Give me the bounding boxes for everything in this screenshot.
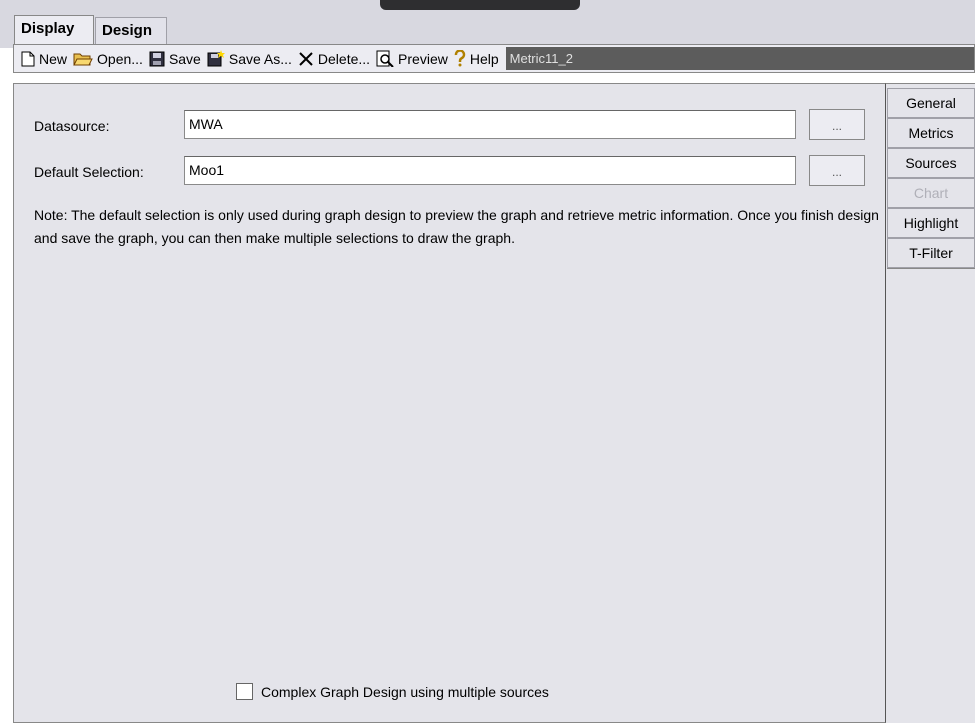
save-as-label: Save As...	[228, 50, 292, 67]
datasource-field[interactable]: MWA	[184, 110, 796, 139]
preview-label: Preview	[398, 50, 448, 67]
open-button[interactable]: Open...	[70, 46, 146, 71]
open-icon	[73, 53, 93, 65]
window-title-remnant	[380, 0, 580, 10]
side-tab-highlight[interactable]: Highlight	[887, 208, 975, 238]
tab-display[interactable]: Display	[14, 15, 94, 44]
save-icon	[149, 51, 165, 66]
side-tab-divider	[887, 268, 975, 269]
save-label: Save	[168, 50, 201, 67]
help-label: Help	[469, 50, 499, 67]
new-icon	[21, 51, 35, 66]
graph-name-field[interactable]: Metric11_2	[505, 47, 974, 70]
help-icon	[454, 50, 466, 67]
side-tab-metrics[interactable]: Metrics	[887, 118, 975, 148]
side-tab-general[interactable]: General	[887, 88, 975, 118]
default-selection-label: Default Selection:	[34, 164, 144, 180]
toolbar: New Open... Save Save As... Delete... Pr…	[13, 44, 975, 73]
side-tab-bar: General Metrics Sources Chart Highlight …	[886, 83, 975, 723]
side-tab-t-filter[interactable]: T-Filter	[887, 238, 975, 268]
datasource-browse-button[interactable]: ...	[809, 109, 865, 140]
new-button[interactable]: New	[18, 46, 70, 71]
preview-icon	[376, 50, 394, 67]
default-selection-field[interactable]: Moo1	[184, 156, 796, 185]
delete-button[interactable]: Delete...	[295, 46, 373, 71]
complex-graph-checkbox[interactable]	[236, 683, 253, 700]
sources-panel: Datasource: MWA ... Default Selection: M…	[13, 83, 886, 723]
help-button[interactable]: Help	[451, 46, 502, 71]
preview-button[interactable]: Preview	[373, 46, 451, 71]
side-tab-sources[interactable]: Sources	[887, 148, 975, 178]
open-label: Open...	[97, 50, 143, 67]
delete-label: Delete...	[317, 50, 371, 67]
complex-graph-checkbox-label: Complex Graph Design using multiple sour…	[261, 683, 549, 700]
tab-design[interactable]: Design	[95, 17, 167, 44]
complex-graph-option[interactable]: Complex Graph Design using multiple sour…	[236, 683, 549, 700]
new-label: New	[39, 50, 68, 67]
side-tab-chart: Chart	[887, 178, 975, 208]
save-as-icon	[207, 50, 225, 67]
save-as-button[interactable]: Save As...	[204, 46, 295, 71]
delete-icon	[299, 51, 313, 66]
default-selection-browse-button[interactable]: ...	[809, 155, 865, 186]
design-note: Note: The default selection is only used…	[34, 207, 879, 246]
datasource-label: Datasource:	[34, 118, 110, 134]
save-button[interactable]: Save	[146, 46, 204, 71]
